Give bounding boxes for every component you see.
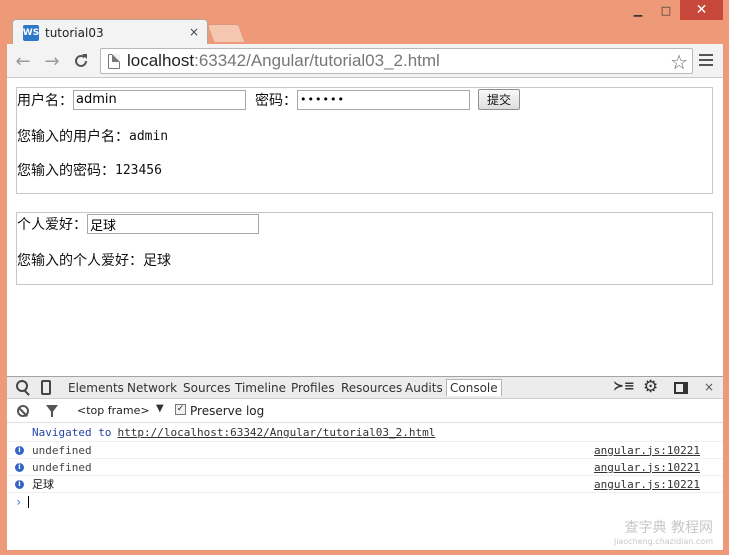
settings-gear-icon[interactable]: ⚙ <box>643 377 658 397</box>
echo-username-value: admin <box>129 128 169 144</box>
info-icon: i <box>15 463 24 472</box>
text-caret <box>28 495 30 508</box>
console-prompt[interactable]: › <box>7 493 723 510</box>
tab-network[interactable]: Network <box>127 381 177 395</box>
back-arrow-icon[interactable]: ← <box>12 50 34 72</box>
webstorm-favicon-icon: WS <box>23 24 39 41</box>
tab-close-icon[interactable]: × <box>189 25 199 39</box>
device-mode-icon[interactable] <box>41 380 51 395</box>
address-bar[interactable]: localhost:63342/Angular/tutorial03_2.htm… <box>100 48 693 74</box>
login-form-box: 用户名： admin 密码： •••••• 提交 您输入的用户名： admin 您… <box>16 87 713 194</box>
username-input[interactable]: admin <box>73 89 246 110</box>
tab-console[interactable]: Console <box>446 379 502 396</box>
watermark-sub: jiaocheng.chazidian.com <box>613 537 713 546</box>
hobby-label: 个人爱好： <box>17 217 87 233</box>
echo-username-label: 您输入的用户名： <box>17 129 129 145</box>
browser-toolbar: ← → localhost:63342/Angular/tutorial03_2… <box>7 44 723 78</box>
frame-dropdown-arrow-icon[interactable]: ▼ <box>156 403 164 414</box>
devtools-close-icon[interactable]: × <box>704 380 714 394</box>
minimize-button[interactable]: ▁ <box>624 0 652 20</box>
navigated-prefix: Navigated to <box>32 426 112 439</box>
dock-side-icon[interactable] <box>674 382 688 394</box>
devtools-tab-bar: Elements Network Sources Timeline Profil… <box>7 377 723 399</box>
username-label: 用户名： <box>17 92 73 109</box>
hamburger-menu-icon[interactable] <box>699 54 713 68</box>
tab-timeline[interactable]: Timeline <box>235 381 286 395</box>
page-icon <box>108 54 120 69</box>
hobby-form-box: 个人爱好： 足球 您输入的个人爱好： 足球 <box>16 212 713 285</box>
console-source-link[interactable]: angular.js:10221 <box>594 478 700 491</box>
tab-resources[interactable]: Resources <box>341 381 402 395</box>
watermark: 查字典 教程网 jiaocheng.chazidian.com <box>613 520 713 548</box>
echo-password-value: 123456 <box>115 162 162 178</box>
browser-tab[interactable]: WS tutorial03 × <box>12 19 208 45</box>
tab-elements[interactable]: Elements <box>68 381 124 395</box>
console-message: i undefined angular.js:10221 <box>7 459 723 476</box>
console-source-link[interactable]: angular.js:10221 <box>594 444 700 457</box>
tab-sources[interactable]: Sources <box>183 381 230 395</box>
inspect-search-icon[interactable] <box>16 380 28 392</box>
console-message: i 足球 angular.js:10221 <box>7 476 723 493</box>
preserve-log-checkbox[interactable]: ✓ <box>175 404 186 415</box>
show-drawer-icon[interactable]: ≻≡ <box>613 379 635 394</box>
console-message: i undefined angular.js:10221 <box>7 442 723 459</box>
navigated-url-link[interactable]: http://localhost:63342/Angular/tutorial0… <box>117 426 435 439</box>
info-icon: i <box>15 446 24 455</box>
clear-console-icon[interactable] <box>17 405 29 417</box>
preserve-log-label: Preserve log <box>190 404 265 418</box>
console-navigation-line: Navigated to http://localhost:63342/Angu… <box>7 424 723 442</box>
hobby-input[interactable]: 足球 <box>87 214 259 234</box>
maximize-button[interactable]: □ <box>652 0 680 20</box>
password-input[interactable]: •••••• <box>297 89 470 110</box>
new-tab-button[interactable] <box>206 24 246 42</box>
console-source-link[interactable]: angular.js:10221 <box>594 461 700 474</box>
info-icon: i <box>15 480 24 489</box>
url-host: localhost <box>127 51 195 70</box>
tab-audits[interactable]: Audits <box>405 381 443 395</box>
prompt-chevron-icon: › <box>15 494 23 509</box>
url-path: :63342/Angular/tutorial03_2.html <box>194 51 440 70</box>
password-label: 密码： <box>255 92 297 109</box>
page-viewport: 用户名： admin 密码： •••••• 提交 您输入的用户名： admin 您… <box>7 78 723 376</box>
frame-selector[interactable]: <top frame> <box>77 404 150 417</box>
console-toolbar: <top frame> ▼ ✓ Preserve log <box>7 399 723 423</box>
bookmark-star-icon[interactable]: ☆ <box>670 50 688 75</box>
console-output: Navigated to http://localhost:63342/Angu… <box>7 424 723 510</box>
filter-icon[interactable] <box>46 405 58 417</box>
submit-button[interactable]: 提交 <box>478 89 521 110</box>
watermark-main: 查字典 教程网 <box>624 520 713 536</box>
echo-hobby-value: 足球 <box>143 253 171 269</box>
forward-arrow-icon[interactable]: → <box>41 50 63 72</box>
echo-password-label: 您输入的密码： <box>17 163 115 179</box>
tab-title: tutorial03 <box>45 25 104 40</box>
tab-profiles[interactable]: Profiles <box>291 381 335 395</box>
echo-hobby-label: 您输入的个人爱好： <box>17 253 143 269</box>
reload-icon[interactable] <box>70 50 92 72</box>
devtools-panel: Elements Network Sources Timeline Profil… <box>7 376 723 550</box>
close-window-button[interactable]: ✕ <box>680 0 723 20</box>
